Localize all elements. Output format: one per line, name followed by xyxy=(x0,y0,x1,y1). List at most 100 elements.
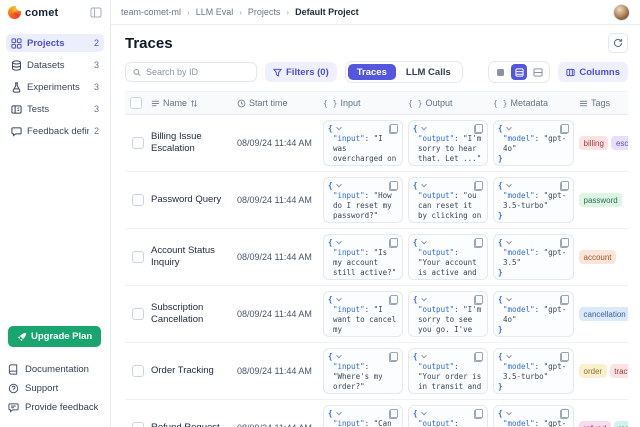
density-small-button[interactable] xyxy=(492,64,508,80)
breadcrumb-project-group[interactable]: LLM Eval xyxy=(196,7,234,17)
row-checkbox[interactable] xyxy=(132,137,144,149)
select-all-checkbox[interactable] xyxy=(130,97,142,109)
output-cell[interactable]: { "output": "Your order is in transit an… xyxy=(408,348,488,394)
output-cell[interactable]: { "output": "I'm sorry to hear that. Let… xyxy=(408,120,488,166)
sidebar-item-datasets[interactable]: Datasets 3 xyxy=(6,56,104,74)
copy-icon[interactable] xyxy=(389,295,398,305)
metadata-cell[interactable]: { "model": "gpt-4o" } xyxy=(493,120,574,166)
filters-button[interactable]: Filters (0) xyxy=(265,62,337,82)
metadata-cell[interactable]: { "model": "gpt-3.5-turbo" } xyxy=(493,177,574,223)
density-medium-button[interactable] xyxy=(511,64,527,80)
trace-start-time: 08/09/24 11:44 AM xyxy=(237,195,323,205)
output-cell[interactable]: { "output": "I'm sorry to see you go. I'… xyxy=(408,291,488,337)
output-cell[interactable]: { "output": "I've submitted your refund … xyxy=(408,405,488,427)
trace-name: Refund Request xyxy=(151,422,237,427)
output-cell[interactable]: { "output": "Your account is active and … xyxy=(408,234,488,280)
chevron-down-icon[interactable] xyxy=(506,296,512,302)
chevron-down-icon[interactable] xyxy=(336,296,342,302)
input-cell[interactable]: { "input": "Can I get a refund for my la… xyxy=(323,405,403,427)
input-cell[interactable]: { "input": "How do I reset my password?"… xyxy=(323,177,403,223)
density-large-button[interactable] xyxy=(530,64,546,80)
copy-icon[interactable] xyxy=(389,238,398,248)
copy-icon[interactable] xyxy=(474,124,483,134)
sidebar-item-support[interactable]: Support xyxy=(8,379,102,397)
copy-icon[interactable] xyxy=(389,124,398,134)
copy-icon[interactable] xyxy=(389,352,398,362)
toggle-traces[interactable]: Traces xyxy=(348,64,396,80)
table-row[interactable]: Password Query 08/09/24 11:44 AM { "inpu… xyxy=(125,172,628,229)
metadata-cell[interactable]: { "model": "gpt-3.5" } xyxy=(493,234,574,280)
chevron-down-icon[interactable] xyxy=(421,296,427,302)
chevron-down-icon[interactable] xyxy=(336,353,342,359)
column-header-name[interactable]: Name xyxy=(151,98,237,108)
chevron-down-icon[interactable] xyxy=(506,239,512,245)
row-checkbox[interactable] xyxy=(132,422,144,427)
breadcrumb-projects[interactable]: Projects xyxy=(248,7,281,17)
metadata-cell[interactable]: { "model": "gpt-3.5-turbo" } xyxy=(493,348,574,394)
refresh-button[interactable] xyxy=(608,33,628,53)
chevron-down-icon[interactable] xyxy=(506,182,512,188)
sidebar-item-experiments[interactable]: Experiments 3 xyxy=(6,78,104,96)
column-header-start-time[interactable]: Start time xyxy=(237,98,323,108)
table-row[interactable]: Billing Issue Escalation 08/09/24 11:44 … xyxy=(125,115,628,172)
chevron-down-icon[interactable] xyxy=(421,410,427,416)
column-header-tags[interactable]: Tags xyxy=(579,98,628,108)
row-checkbox[interactable] xyxy=(132,365,144,377)
copy-icon[interactable] xyxy=(389,409,398,419)
input-cell[interactable]: { "input": "I want to cancel my subscrip… xyxy=(323,291,403,337)
chevron-down-icon[interactable] xyxy=(506,125,512,131)
copy-icon[interactable] xyxy=(474,181,483,191)
toggle-llm-calls[interactable]: LLM Calls xyxy=(397,64,460,80)
copy-icon[interactable] xyxy=(560,295,569,305)
chevron-down-icon[interactable] xyxy=(506,410,512,416)
chevron-down-icon[interactable] xyxy=(336,125,342,131)
table-row[interactable]: Subscription Cancellation 08/09/24 11:44… xyxy=(125,286,628,343)
row-checkbox[interactable] xyxy=(132,308,144,320)
breadcrumb-workspace[interactable]: team-comet-ml xyxy=(121,7,181,17)
copy-icon[interactable] xyxy=(560,238,569,248)
copy-icon[interactable] xyxy=(560,352,569,362)
copy-icon[interactable] xyxy=(389,181,398,191)
chevron-down-icon[interactable] xyxy=(336,182,342,188)
sidebar-item-provide-feedback[interactable]: Provide feedback xyxy=(8,398,102,416)
chevron-down-icon[interactable] xyxy=(421,125,427,131)
search-input[interactable] xyxy=(146,67,249,77)
row-checkbox[interactable] xyxy=(132,194,144,206)
row-checkbox[interactable] xyxy=(132,251,144,263)
column-header-metadata[interactable]: { } Metadata xyxy=(493,98,579,108)
metadata-cell[interactable]: { "model": "gpt-3.5" } xyxy=(493,405,574,427)
sidebar-item-tests[interactable]: Tests 3 xyxy=(6,100,104,118)
column-header-output[interactable]: { } Output xyxy=(408,98,493,108)
output-cell[interactable]: { "output": "ou can reset it by clicking… xyxy=(408,177,488,223)
user-avatar[interactable] xyxy=(613,4,630,21)
comet-logo[interactable]: comet xyxy=(8,6,58,19)
columns-button[interactable]: Columns xyxy=(558,62,628,82)
copy-icon[interactable] xyxy=(474,238,483,248)
table-row[interactable]: Account Status Inquiry 08/09/24 11:44 AM… xyxy=(125,229,628,286)
collapse-sidebar-icon[interactable] xyxy=(90,7,102,18)
metadata-cell[interactable]: { "model": "gpt-4o" } xyxy=(493,291,574,337)
sidebar-item-projects[interactable]: Projects 2 xyxy=(6,34,104,52)
chevron-down-icon[interactable] xyxy=(421,239,427,245)
table-row[interactable]: Refund Request 08/09/24 11:44 AM { "inpu… xyxy=(125,400,628,427)
sidebar-item-documentation[interactable]: Documentation xyxy=(8,360,102,378)
input-cell[interactable]: { "input": "Where's my order?" } xyxy=(323,348,403,394)
search-box[interactable] xyxy=(125,62,257,82)
sidebar-item-feedback-definitions[interactable]: Feedback definitions 2 xyxy=(6,122,104,140)
chevron-down-icon[interactable] xyxy=(421,353,427,359)
copy-icon[interactable] xyxy=(474,409,483,419)
upgrade-plan-button[interactable]: Upgrade Plan xyxy=(8,326,101,347)
chevron-down-icon[interactable] xyxy=(506,353,512,359)
table-row[interactable]: Order Tracking 08/09/24 11:44 AM { "inpu… xyxy=(125,343,628,400)
column-header-input[interactable]: { } Input xyxy=(323,98,408,108)
input-cell[interactable]: { "input": "Is my account still active?"… xyxy=(323,234,403,280)
input-cell[interactable]: { "input": "I was overcharged on my last… xyxy=(323,120,403,166)
chevron-down-icon[interactable] xyxy=(421,182,427,188)
copy-icon[interactable] xyxy=(474,295,483,305)
copy-icon[interactable] xyxy=(474,352,483,362)
copy-icon[interactable] xyxy=(560,181,569,191)
copy-icon[interactable] xyxy=(560,124,569,134)
chevron-down-icon[interactable] xyxy=(336,410,342,416)
copy-icon[interactable] xyxy=(560,409,569,419)
chevron-down-icon[interactable] xyxy=(336,239,342,245)
